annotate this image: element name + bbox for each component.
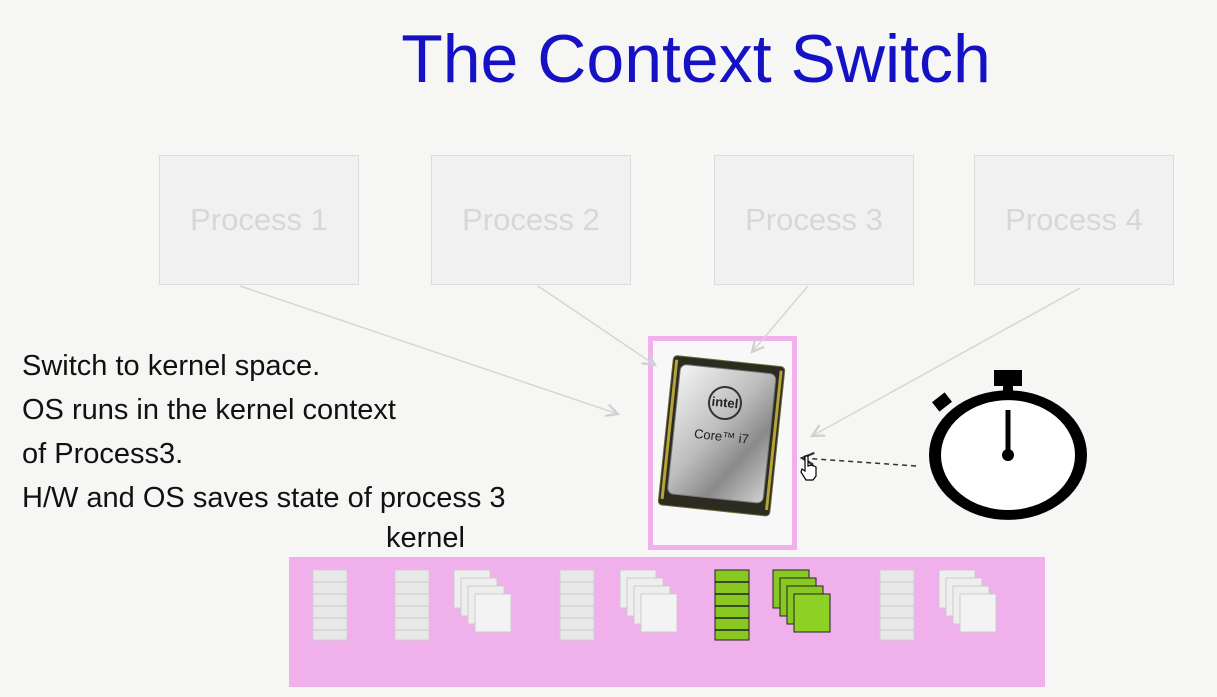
arrow-process-2	[537, 285, 655, 365]
stopwatch-icon	[929, 370, 1087, 520]
hand-cursor-icon	[800, 455, 817, 481]
arrow-process-1	[239, 285, 618, 414]
arrow-timer-interrupt	[802, 458, 917, 467]
diagram-arrows	[239, 285, 1087, 520]
arrow-process-3	[752, 285, 809, 352]
